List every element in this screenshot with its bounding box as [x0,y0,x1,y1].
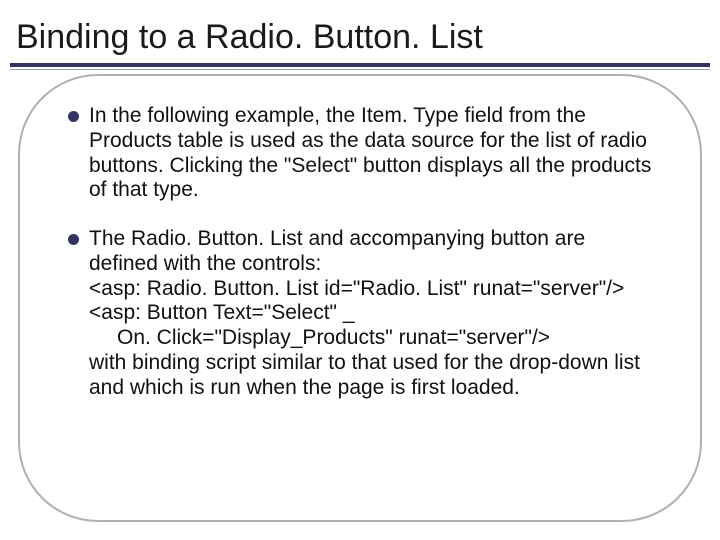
bullet-item: The Radio. Button. List and accompanying… [68,227,656,400]
slide-title: Binding to a Radio. Button. List [0,0,720,63]
bullet-icon [68,111,79,122]
code-line: <asp: Button Text="Select" _ [89,301,355,324]
bullet-outro: with binding script similar to that used… [89,351,640,399]
bullet-text: The Radio. Button. List and accompanying… [89,227,656,400]
bullet-intro: The Radio. Button. List and accompanying… [89,227,585,275]
code-line: On. Click="Display_Products" runat="serv… [89,326,656,351]
title-rule-dark [10,63,710,67]
content-bubble: In the following example, the Item. Type… [18,74,702,522]
bullet-item: In the following example, the Item. Type… [68,104,656,203]
bullet-icon [68,234,79,245]
bullet-text: In the following example, the Item. Type… [89,104,656,203]
slide: Binding to a Radio. Button. List In the … [0,0,720,540]
title-rule-light [10,69,710,70]
code-line: <asp: Radio. Button. List id="Radio. Lis… [89,277,624,300]
